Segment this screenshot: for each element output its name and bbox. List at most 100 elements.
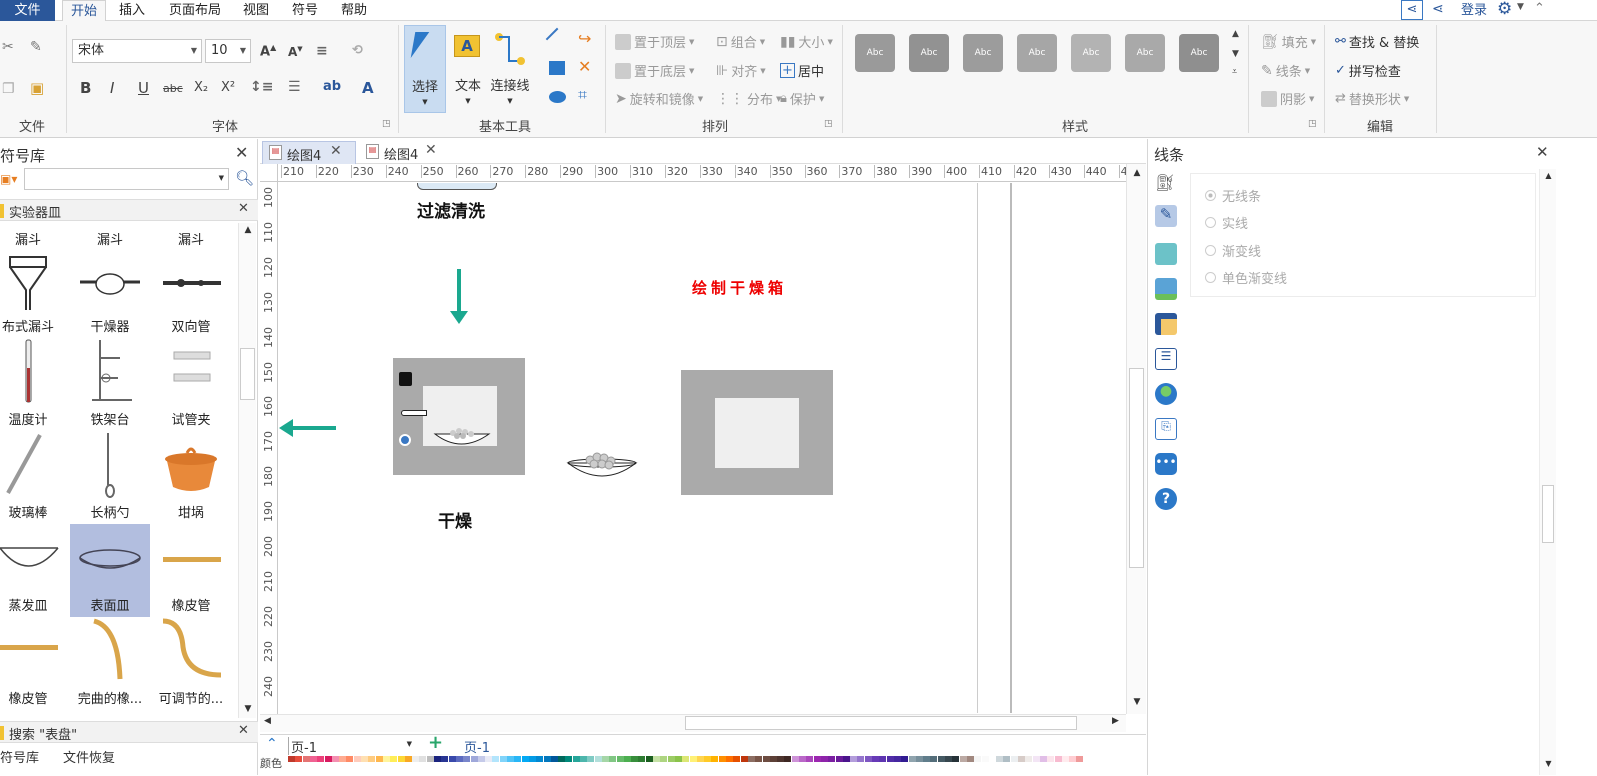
drawing-canvas[interactable]: 过滤清洗 干燥 绘制干燥箱 bbox=[279, 183, 1125, 713]
shadow-square-icon[interactable] bbox=[1155, 243, 1177, 265]
color-swatch[interactable] bbox=[872, 756, 879, 762]
drying-oven[interactable] bbox=[393, 358, 525, 475]
superscript-button[interactable]: X² bbox=[221, 80, 235, 95]
find-replace-button[interactable]: ⚯ 查找 & 替换 bbox=[1335, 32, 1419, 51]
color-swatch[interactable] bbox=[791, 756, 799, 762]
menu-help[interactable]: 帮助 bbox=[334, 0, 374, 21]
color-swatch[interactable] bbox=[857, 756, 865, 762]
color-swatch[interactable] bbox=[368, 756, 376, 762]
color-swatch[interactable] bbox=[1047, 756, 1055, 762]
line-button[interactable]: ✎ 线条 ▼ bbox=[1261, 61, 1310, 81]
subscript-button[interactable]: X₂ bbox=[194, 80, 208, 95]
color-swatch[interactable] bbox=[1003, 756, 1011, 762]
color-swatch[interactable] bbox=[514, 756, 522, 762]
symbol-scrollbar[interactable]: ▲ ▼ bbox=[238, 223, 256, 718]
color-swatch[interactable] bbox=[945, 756, 952, 762]
chevron-down-icon[interactable]: ▼ bbox=[1517, 2, 1524, 12]
symbol-thermometer[interactable]: 温度计 bbox=[0, 338, 68, 431]
symbol-bent-rubber-tube[interactable]: 完曲的橡... bbox=[70, 617, 150, 710]
color-swatch[interactable] bbox=[492, 756, 500, 762]
highlight-icon[interactable]: ab bbox=[323, 79, 341, 94]
help-icon[interactable]: ? bbox=[1155, 488, 1177, 510]
layer-icon[interactable] bbox=[1155, 313, 1177, 335]
panel-scrollbar[interactable]: ▲ ▼ bbox=[1539, 169, 1556, 775]
color-swatch[interactable] bbox=[755, 756, 763, 762]
close-icon[interactable]: ✕ bbox=[1536, 143, 1549, 161]
connector-tool-button[interactable]: 连接线 ▼ bbox=[489, 25, 531, 113]
tab-file-recovery[interactable]: 文件恢复 bbox=[63, 747, 115, 766]
color-swatch[interactable] bbox=[550, 756, 558, 762]
color-swatch[interactable] bbox=[1061, 756, 1069, 762]
color-swatch[interactable] bbox=[777, 756, 785, 762]
radio-gradient-line[interactable]: 渐变线 bbox=[1205, 241, 1261, 260]
color-swatch[interactable] bbox=[645, 756, 653, 762]
rotate-mirror-button[interactable]: ➤ 旋转和镜像 ▼ bbox=[615, 89, 703, 109]
symbol-test-tube-clamp[interactable]: 试管夹 bbox=[151, 338, 231, 431]
tab-drawing-active[interactable]: ▤ 绘图4 ✕ bbox=[262, 141, 356, 164]
symbol-adjustable-tube[interactable]: 可调节的... bbox=[151, 617, 231, 710]
scroll-right-icon[interactable]: ▶ bbox=[1112, 716, 1119, 726]
color-swatch[interactable] bbox=[988, 756, 996, 762]
scroll-down-icon[interactable]: ▼ bbox=[239, 704, 257, 714]
close-icon[interactable]: ✕ bbox=[235, 143, 248, 162]
dry-label[interactable]: 干燥 bbox=[438, 507, 472, 532]
dialog-launcher-icon[interactable]: ◳ bbox=[1308, 119, 1317, 129]
color-swatch[interactable] bbox=[361, 756, 368, 762]
color-swatch[interactable] bbox=[886, 756, 894, 762]
color-swatch[interactable] bbox=[842, 756, 850, 762]
font-size-select[interactable]: 10 ▼ bbox=[205, 39, 251, 63]
select-tool-button[interactable]: 选择 ▼ bbox=[404, 25, 446, 113]
color-swatch[interactable] bbox=[463, 756, 471, 762]
color-swatch[interactable] bbox=[828, 756, 836, 762]
color-swatch[interactable] bbox=[799, 756, 806, 762]
search-icon[interactable]: 🔍︎ bbox=[235, 169, 254, 187]
color-swatch[interactable] bbox=[835, 756, 843, 762]
rotate-text-icon[interactable]: ⟲ bbox=[352, 43, 363, 58]
document-list-icon[interactable]: ☰ bbox=[1155, 348, 1177, 370]
bold-button[interactable]: B bbox=[80, 79, 91, 97]
symbol-crucible[interactable]: 坩埚 bbox=[151, 431, 231, 524]
symbol-funnel-3[interactable]: 漏斗 bbox=[151, 223, 231, 248]
scroll-up-icon[interactable]: ▲ bbox=[1127, 168, 1147, 178]
color-swatch[interactable] bbox=[295, 756, 303, 762]
align-text-icon[interactable]: ≡ bbox=[316, 43, 328, 59]
scroll-up-icon[interactable]: ▲ bbox=[239, 225, 257, 235]
group-button[interactable]: ⊡ 组合 ▼ bbox=[716, 32, 765, 52]
color-swatch[interactable] bbox=[404, 756, 412, 762]
canvas-horizontal-scrollbar[interactable]: ◀ ▶ bbox=[260, 714, 1126, 732]
canvas-vertical-scrollbar[interactable]: ▲ ▼ bbox=[1126, 164, 1146, 714]
color-swatch[interactable] bbox=[908, 756, 916, 762]
tab-drawing-2[interactable]: ▤ 绘图4 ✕ bbox=[360, 141, 454, 164]
close-icon[interactable]: ✕ bbox=[238, 201, 249, 216]
down-arrow[interactable] bbox=[457, 269, 461, 315]
color-swatch[interactable] bbox=[966, 756, 974, 762]
symbol-iron-stand[interactable]: 铁架台 bbox=[70, 338, 150, 431]
strikethrough-button[interactable]: abc bbox=[163, 82, 183, 95]
color-swatch[interactable] bbox=[769, 756, 777, 762]
library-icon[interactable]: ▣▾ bbox=[0, 172, 17, 186]
color-swatch[interactable] bbox=[850, 756, 858, 762]
style-swatch-7[interactable]: Abc bbox=[1179, 34, 1219, 72]
color-swatch[interactable] bbox=[302, 756, 310, 762]
draw-oven-label[interactable]: 绘制干燥箱 bbox=[692, 277, 787, 298]
color-swatch[interactable] bbox=[455, 756, 463, 762]
collapse-up-icon[interactable]: ⌃ bbox=[266, 736, 278, 752]
symbol-rubber-tube-1[interactable]: 橡皮管 bbox=[151, 524, 231, 617]
radio-mono-gradient-line[interactable]: 单色渐变线 bbox=[1205, 268, 1287, 287]
color-swatch[interactable] bbox=[689, 756, 697, 762]
color-swatch[interactable] bbox=[784, 756, 792, 762]
drying-oven-draft[interactable] bbox=[681, 370, 833, 495]
color-swatch[interactable] bbox=[324, 756, 332, 762]
scroll-thumb[interactable] bbox=[685, 716, 1077, 730]
color-swatch[interactable] bbox=[653, 756, 660, 762]
color-swatch[interactable] bbox=[674, 756, 682, 762]
style-expand-icon[interactable]: ⩡ bbox=[1232, 67, 1237, 77]
symbol-watch-glass[interactable]: 表面皿 bbox=[70, 524, 150, 617]
color-swatch[interactable] bbox=[397, 756, 405, 762]
symbol-rubber-tube-2[interactable]: 橡皮管 bbox=[0, 617, 68, 710]
color-swatch[interactable] bbox=[660, 756, 668, 762]
color-swatch[interactable] bbox=[879, 756, 887, 762]
color-swatch[interactable] bbox=[426, 756, 434, 762]
point-tool-icon[interactable]: ✕ bbox=[578, 57, 591, 76]
color-swatch[interactable] bbox=[915, 756, 923, 762]
